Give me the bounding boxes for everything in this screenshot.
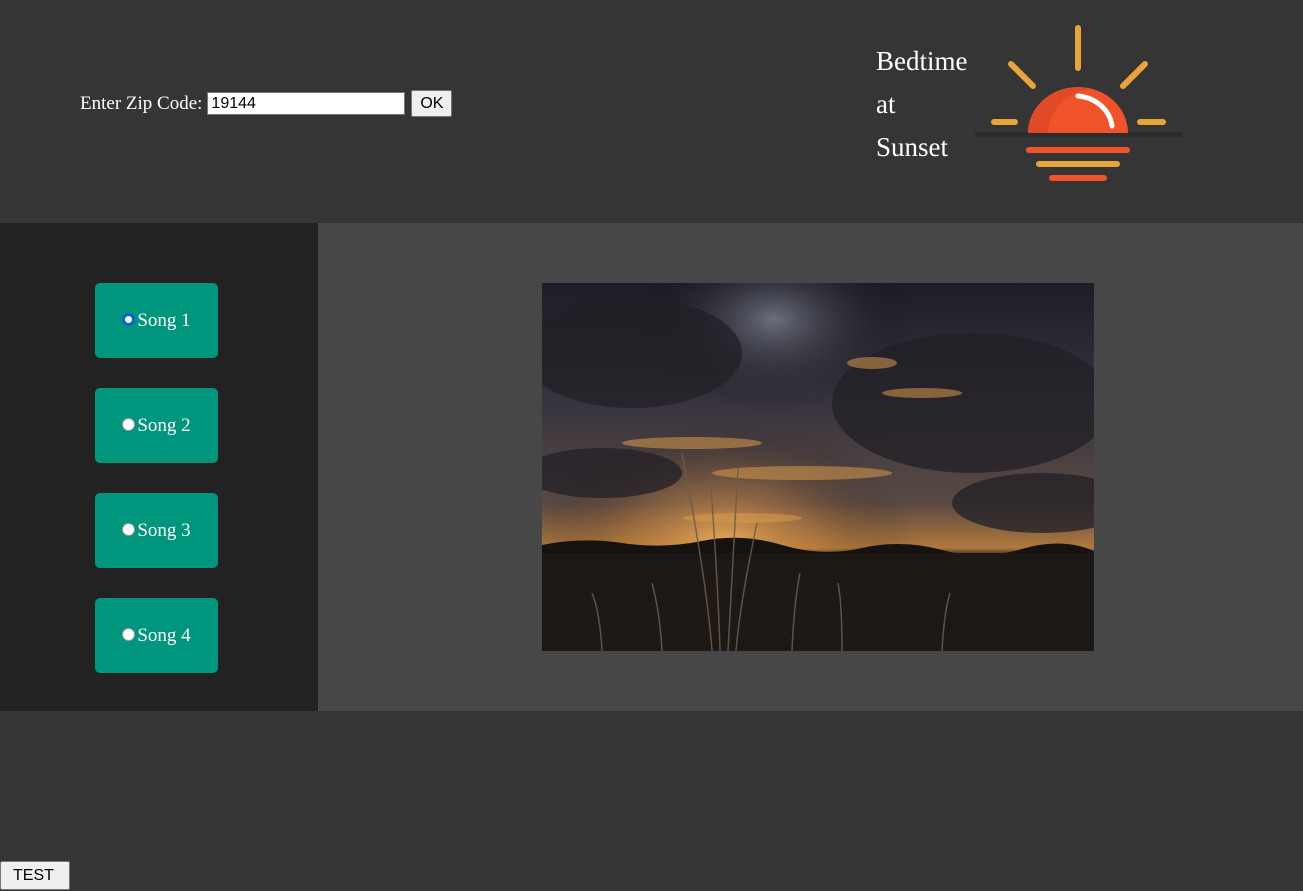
song-4-button[interactable]: Song 4 — [95, 598, 218, 673]
page: Enter Zip Code: OK Bedtime at Sunset — [0, 0, 1303, 891]
song-2-button[interactable]: Song 2 — [95, 388, 218, 463]
ok-button[interactable]: OK — [411, 90, 453, 117]
title-line-2: at — [876, 89, 896, 119]
footer — [0, 711, 1303, 891]
song-3-radio[interactable] — [122, 523, 136, 536]
zip-label: Enter Zip Code: — [80, 92, 203, 114]
song-1-radio[interactable] — [122, 313, 136, 326]
main-content — [318, 223, 1303, 711]
song-1-label: Song 1 — [137, 309, 191, 331]
sunset-photo — [542, 283, 1094, 651]
song-2-radio[interactable] — [122, 418, 136, 431]
song-1-button[interactable]: Song 1 — [95, 283, 218, 358]
song-4-radio[interactable] — [122, 628, 136, 641]
header: Enter Zip Code: OK Bedtime at Sunset — [0, 0, 1303, 223]
test-button[interactable]: TEST — [0, 861, 70, 890]
title-line-3: Sunset — [876, 132, 949, 162]
app-title: Bedtime at Sunset — [876, 40, 967, 169]
zip-form: Enter Zip Code: OK — [80, 90, 453, 117]
song-3-button[interactable]: Song 3 — [95, 493, 218, 568]
song-sidebar: Song 1 Song 2 Song 3 Song 4 — [0, 223, 318, 711]
song-4-label: Song 4 — [137, 624, 191, 646]
title-line-1: Bedtime — [876, 46, 968, 76]
song-2-label: Song 2 — [137, 414, 191, 436]
song-3-label: Song 3 — [137, 519, 191, 541]
sunset-icon — [975, 25, 1182, 181]
zip-code-input[interactable] — [207, 92, 406, 115]
